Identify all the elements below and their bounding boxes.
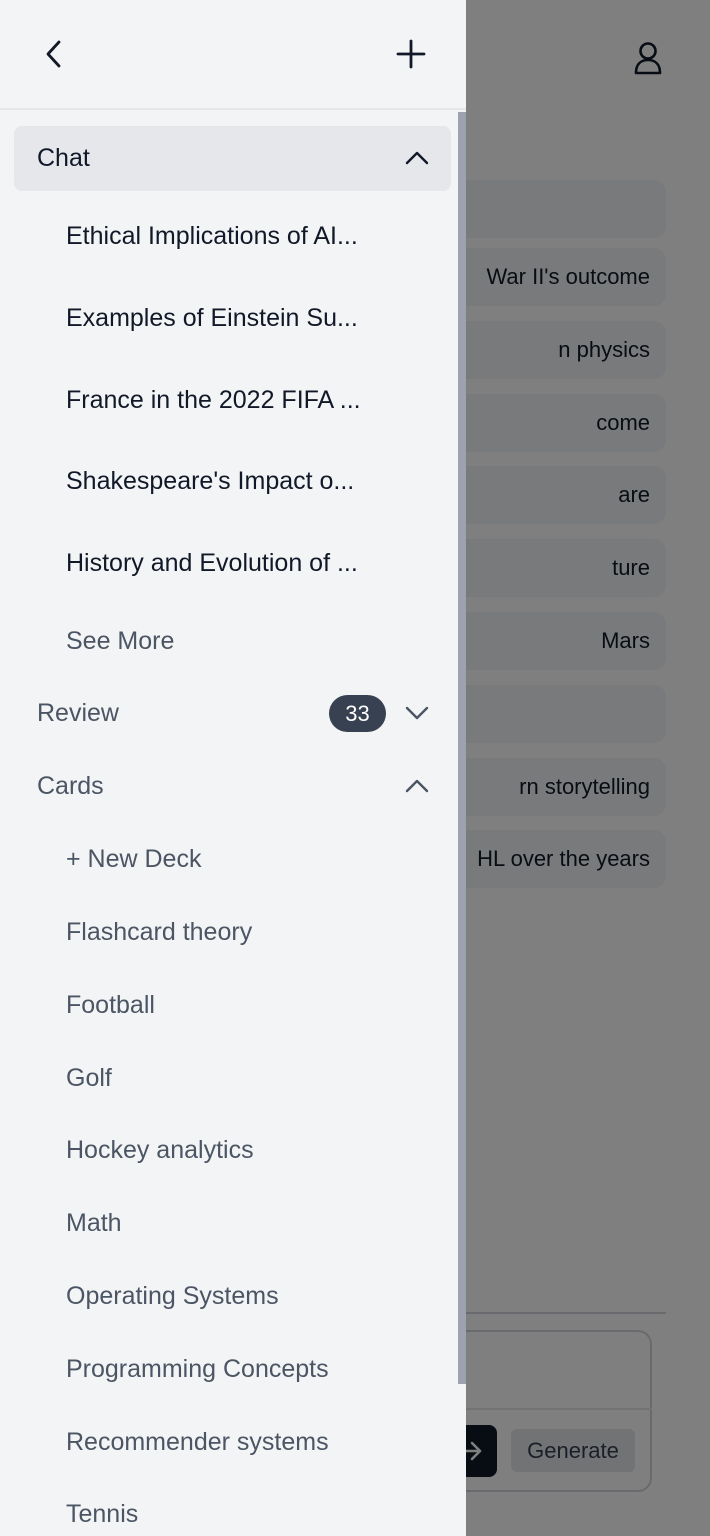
section-cards-label: Cards [37, 772, 104, 800]
see-more-link[interactable]: See More [66, 624, 396, 658]
deck-list-item[interactable]: Golf [66, 1061, 396, 1095]
chat-list-item[interactable]: Examples of Einstein Su... [66, 301, 396, 335]
deck-list-item[interactable]: Programming Concepts [66, 1352, 396, 1386]
new-chat-button[interactable] [391, 34, 431, 74]
review-count-badge: 33 [329, 695, 386, 732]
section-cards[interactable]: Cards [14, 754, 451, 819]
chat-list-item[interactable]: France in the 2022 FIFA ... [66, 383, 396, 417]
section-chat-label: Chat [37, 144, 90, 172]
scrollbar[interactable] [458, 112, 466, 1384]
chevron-left-icon [46, 40, 61, 68]
chevron-down-icon [402, 698, 432, 728]
deck-list-item[interactable]: Math [66, 1206, 396, 1240]
plus-icon [396, 39, 426, 69]
deck-list-item[interactable]: Operating Systems [66, 1279, 396, 1313]
chat-list-item[interactable]: Shakespeare's Impact o... [66, 464, 396, 498]
new-deck-button[interactable]: + New Deck [66, 842, 396, 876]
deck-list-item[interactable]: Flashcard theory [66, 915, 396, 949]
section-review[interactable]: Review 33 [14, 681, 451, 746]
section-review-label: Review [37, 699, 119, 727]
deck-list-item[interactable]: Hockey analytics [66, 1133, 396, 1167]
deck-list-item[interactable]: Recommender systems [66, 1425, 396, 1459]
back-button[interactable] [34, 34, 74, 74]
chevron-up-icon [402, 143, 432, 173]
section-chat[interactable]: Chat [14, 126, 451, 191]
drawer-header [0, 0, 466, 110]
deck-list-item[interactable]: Tennis [66, 1497, 396, 1531]
sidebar-drawer: Chat Ethical Implications of AI... Examp… [0, 0, 466, 1536]
chevron-up-icon [402, 771, 432, 801]
deck-list-item[interactable]: Football [66, 988, 396, 1022]
chat-list-item[interactable]: Ethical Implications of AI... [66, 219, 396, 253]
chat-list-item[interactable]: History and Evolution of ... [66, 546, 396, 580]
